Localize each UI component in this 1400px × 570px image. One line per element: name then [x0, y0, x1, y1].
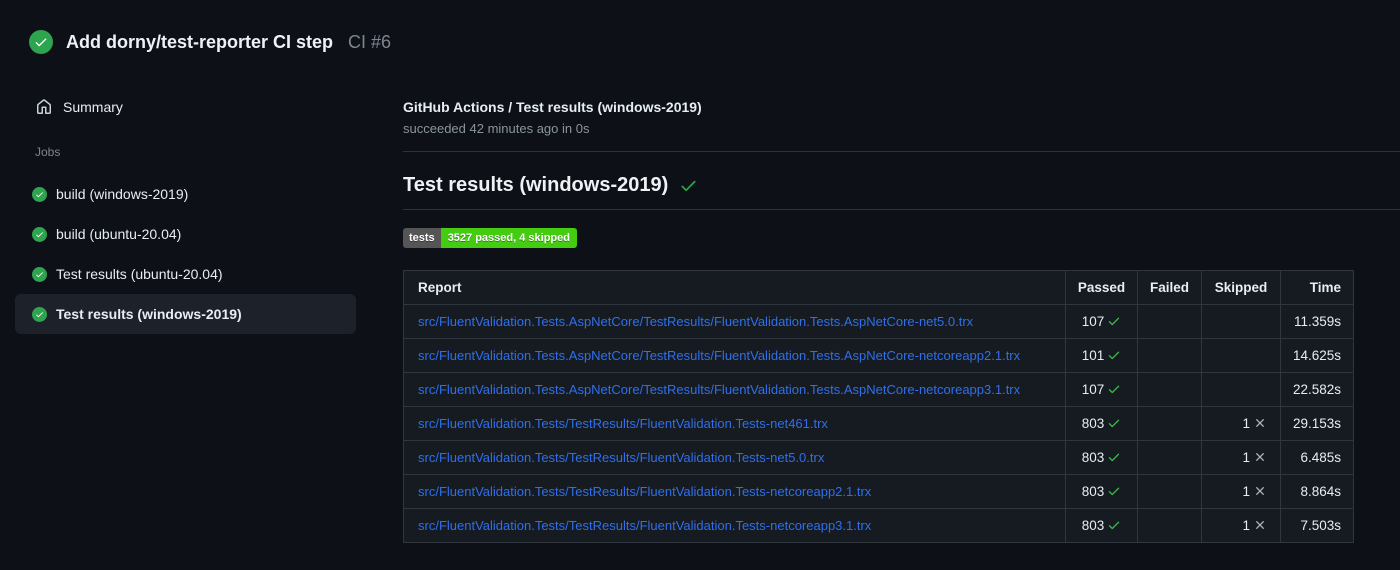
- passed-check-icon: [1107, 450, 1121, 464]
- passed-check-icon: [1107, 416, 1121, 430]
- time-value: 14.625s: [1280, 338, 1354, 373]
- passed-count: 107: [1081, 382, 1105, 397]
- report-link[interactable]: src/FluentValidation.Tests/TestResults/F…: [418, 518, 871, 533]
- divider: [403, 151, 1400, 152]
- table-row: src/FluentValidation.Tests/TestResults/F…: [403, 440, 1354, 475]
- run-header: Add dorny/test-reporter CI step CI #6: [29, 30, 391, 54]
- badge-value: 3527 passed, 4 skipped: [440, 228, 577, 248]
- table-row: src/FluentValidation.Tests.AspNetCore/Te…: [403, 372, 1354, 407]
- job-label: Test results (ubuntu-20.04): [56, 266, 223, 282]
- table-row: src/FluentValidation.Tests/TestResults/F…: [403, 474, 1354, 509]
- passed-count: 101: [1081, 348, 1105, 363]
- skipped-count: 1: [1242, 518, 1250, 533]
- report-link[interactable]: src/FluentValidation.Tests.AspNetCore/Te…: [418, 382, 1020, 397]
- home-icon: [36, 99, 52, 115]
- passed-check-icon: [1107, 314, 1121, 328]
- summary-label: Summary: [63, 99, 123, 115]
- job-label: build (windows-2019): [56, 186, 189, 202]
- skipped-x-icon: [1253, 416, 1267, 430]
- passed-check-icon: [1107, 348, 1121, 362]
- passed-check-icon: [1107, 382, 1121, 396]
- table-row: src/FluentValidation.Tests/TestResults/F…: [403, 406, 1354, 441]
- tests-badge: tests 3527 passed, 4 skipped: [403, 228, 577, 248]
- sidebar-job-item[interactable]: Test results (ubuntu-20.04): [15, 254, 356, 294]
- sidebar-job-item[interactable]: Test results (windows-2019): [15, 294, 356, 334]
- job-label: Test results (windows-2019): [56, 306, 242, 322]
- column-header-skipped: Skipped: [1201, 270, 1281, 305]
- check-run-title: GitHub Actions / Test results (windows-2…: [403, 99, 702, 115]
- job-success-check-circle-icon: [32, 266, 47, 282]
- skipped-x-icon: [1253, 450, 1267, 464]
- report-link[interactable]: src/FluentValidation.Tests/TestResults/F…: [418, 450, 824, 465]
- divider: [403, 209, 1400, 210]
- passed-count: 107: [1081, 314, 1105, 329]
- success-check-circle-icon: [29, 30, 53, 54]
- table-row: src/FluentValidation.Tests.AspNetCore/Te…: [403, 338, 1354, 373]
- job-success-check-circle-icon: [32, 226, 47, 242]
- run-title: Add dorny/test-reporter CI step: [66, 31, 334, 52]
- job-success-check-circle-icon: [32, 306, 47, 322]
- report-link[interactable]: src/FluentValidation.Tests/TestResults/F…: [418, 416, 828, 431]
- skipped-count: 1: [1242, 450, 1250, 465]
- passed-check-icon: [1107, 484, 1121, 498]
- run-number: CI #6: [348, 31, 392, 52]
- skipped-count: 1: [1242, 484, 1250, 499]
- check-run-status: succeeded 42 minutes ago in 0s: [403, 121, 590, 136]
- report-heading-text: Test results (windows-2019): [403, 174, 669, 196]
- time-value: 11.359s: [1280, 304, 1354, 339]
- passed-count: 803: [1081, 416, 1105, 431]
- skipped-count: 1: [1242, 416, 1250, 431]
- column-header-report: Report: [403, 270, 1066, 305]
- report-link[interactable]: src/FluentValidation.Tests/TestResults/F…: [418, 484, 871, 499]
- job-success-check-circle-icon: [32, 186, 47, 202]
- badge-label: tests: [403, 228, 441, 248]
- passed-count: 803: [1081, 450, 1105, 465]
- skipped-x-icon: [1253, 484, 1267, 498]
- jobs-section-label: Jobs: [35, 145, 61, 159]
- main-content: GitHub Actions / Test results (windows-2…: [403, 96, 1400, 543]
- passed-count: 803: [1081, 484, 1105, 499]
- column-header-time: Time: [1280, 270, 1354, 305]
- time-value: 6.485s: [1280, 440, 1354, 475]
- skipped-x-icon: [1253, 518, 1267, 532]
- table-row: src/FluentValidation.Tests/TestResults/F…: [403, 508, 1354, 543]
- sidebar-item-summary[interactable]: Summary: [0, 93, 390, 121]
- column-header-passed: Passed: [1065, 270, 1138, 305]
- time-value: 29.153s: [1280, 406, 1354, 441]
- jobs-list: build (windows-2019) build (ubuntu-20.04…: [0, 174, 390, 334]
- passed-count: 803: [1081, 518, 1105, 533]
- sidebar: Summary Jobs build (windows-2019) build …: [0, 93, 390, 334]
- success-check-icon: [679, 176, 698, 195]
- report-heading: Test results (windows-2019): [403, 174, 1400, 197]
- job-label: build (ubuntu-20.04): [56, 226, 182, 242]
- time-value: 22.582s: [1280, 372, 1354, 407]
- sidebar-job-item[interactable]: build (windows-2019): [15, 174, 356, 214]
- column-header-failed: Failed: [1137, 270, 1202, 305]
- time-value: 8.864s: [1280, 474, 1354, 509]
- test-results-table: Report Passed Failed Skipped Time src/Fl…: [403, 270, 1354, 543]
- sidebar-job-item[interactable]: build (ubuntu-20.04): [15, 214, 356, 254]
- time-value: 7.503s: [1280, 508, 1354, 543]
- passed-check-icon: [1107, 518, 1121, 532]
- table-row: src/FluentValidation.Tests.AspNetCore/Te…: [403, 304, 1354, 339]
- table-header-row: Report Passed Failed Skipped Time: [403, 270, 1354, 305]
- report-link[interactable]: src/FluentValidation.Tests.AspNetCore/Te…: [418, 314, 973, 329]
- report-link[interactable]: src/FluentValidation.Tests.AspNetCore/Te…: [418, 348, 1020, 363]
